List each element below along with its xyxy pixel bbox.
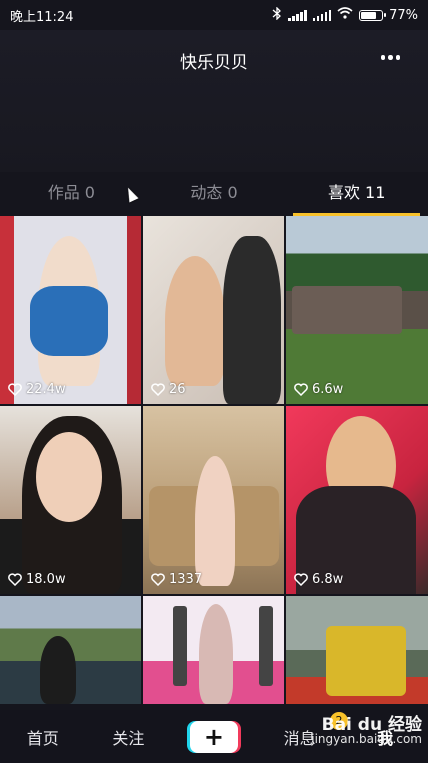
- video-grid: 22.4w 26 6.6w 18.0w 1337 6.8w: [0, 216, 428, 704]
- status-bar: 晚上11:24 77%: [0, 0, 428, 30]
- nav-follow[interactable]: 关注: [86, 725, 172, 749]
- tab-likes[interactable]: 喜欢 11: [285, 172, 428, 216]
- profile-tabs: 作品 0 动态 0 喜欢 11: [0, 172, 428, 216]
- heart-icon: [151, 573, 165, 586]
- watermark: Bai du 经验 jingyan.baidu.com: [311, 715, 422, 747]
- watermark-logo: Bai du 经验: [321, 715, 422, 735]
- like-count: 1337: [151, 572, 202, 587]
- signal-icon-2: [312, 9, 332, 21]
- heart-icon: [8, 573, 22, 586]
- nav-create: +: [171, 720, 257, 753]
- video-thumbnail[interactable]: 26: [143, 216, 284, 404]
- video-thumbnail[interactable]: [286, 596, 428, 704]
- status-icons: 77%: [272, 5, 418, 24]
- video-thumbnail[interactable]: [143, 596, 284, 704]
- like-count: 22.4w: [8, 382, 66, 397]
- like-count: 18.0w: [8, 572, 66, 587]
- page-title: 快乐贝贝: [180, 53, 248, 73]
- like-count: 6.8w: [294, 572, 343, 587]
- like-count: 26: [151, 382, 186, 397]
- tab-activity[interactable]: 动态 0: [143, 172, 286, 216]
- profile-header: 快乐贝贝: [0, 30, 428, 180]
- video-thumbnail[interactable]: 18.0w: [0, 406, 141, 594]
- heart-icon: [294, 383, 308, 396]
- tab-works[interactable]: 作品 0: [0, 172, 143, 216]
- heart-icon: [151, 383, 165, 396]
- battery-percent: 77%: [389, 7, 418, 23]
- wifi-icon: [337, 7, 353, 23]
- status-time: 晚上11:24: [10, 9, 74, 25]
- video-thumbnail[interactable]: 1337: [143, 406, 284, 594]
- video-thumbnail[interactable]: [0, 596, 141, 704]
- create-video-button[interactable]: +: [189, 720, 238, 753]
- nav-home[interactable]: 首页: [0, 725, 86, 749]
- video-thumbnail[interactable]: 22.4w: [0, 216, 141, 404]
- more-options-icon[interactable]: [380, 55, 400, 60]
- heart-icon: [294, 573, 308, 586]
- battery-icon: [359, 9, 387, 21]
- watermark-url: jingyan.baidu.com: [311, 732, 422, 746]
- heart-icon: [8, 383, 22, 396]
- bluetooth-icon: [272, 5, 282, 24]
- video-thumbnail[interactable]: 6.6w: [286, 216, 428, 404]
- video-thumbnail[interactable]: 6.8w: [286, 406, 428, 594]
- like-count: 6.6w: [294, 382, 343, 397]
- signal-icon: [288, 9, 307, 21]
